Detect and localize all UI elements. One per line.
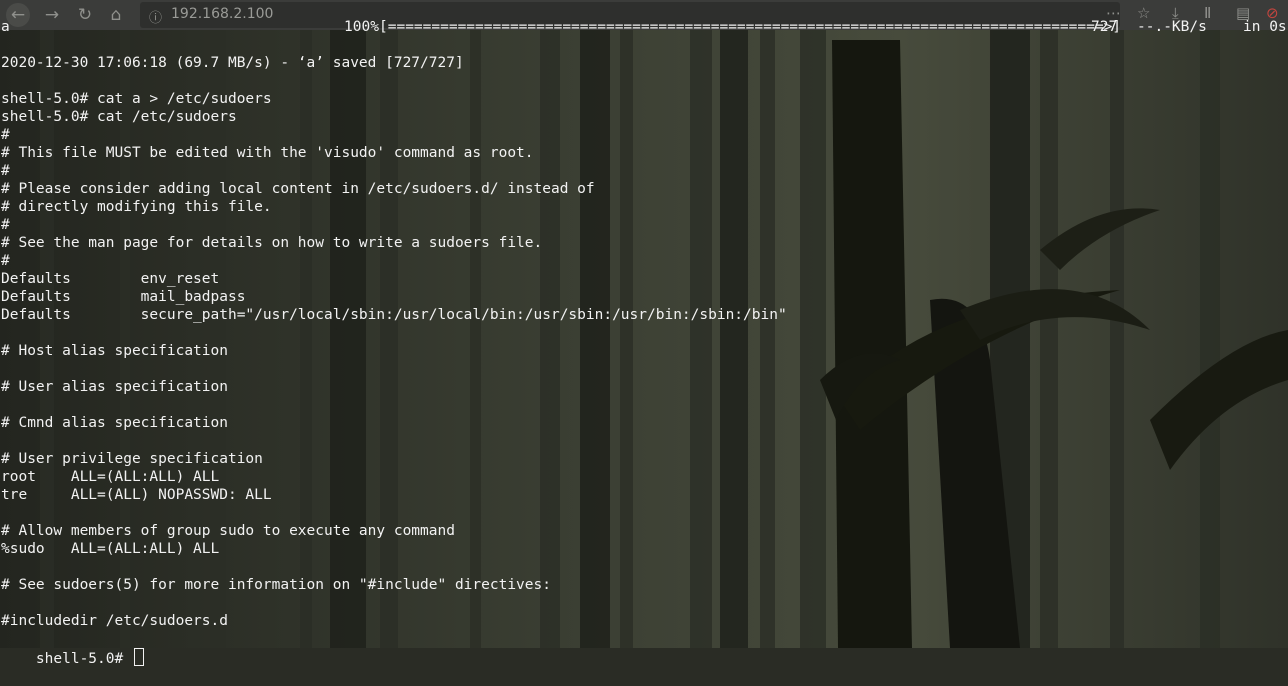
progress-filename: a bbox=[1, 19, 10, 35]
terminal-line: Defaults mail_badpass bbox=[1, 289, 246, 305]
terminal-line: # Please consider adding local content i… bbox=[1, 181, 595, 197]
terminal-line: %sudo ALL=(ALL:ALL) ALL bbox=[1, 541, 220, 557]
terminal-line: # Allow members of group sudo to execute… bbox=[1, 523, 455, 539]
terminal-line: Defaults env_reset bbox=[1, 271, 220, 287]
text-cursor bbox=[133, 648, 144, 666]
terminal-line: #includedir /etc/sudoers.d bbox=[1, 613, 228, 629]
terminal-line: Defaults secure_path="/usr/local/sbin:/u… bbox=[1, 307, 787, 323]
terminal-line: # This file MUST be edited with the 'vis… bbox=[1, 145, 534, 161]
progress-speed: --.-KB/s bbox=[1137, 19, 1207, 35]
terminal-line: root ALL=(ALL:ALL) ALL bbox=[1, 469, 220, 485]
progress-percent: 100% bbox=[344, 19, 379, 35]
terminal-line: # bbox=[1, 127, 10, 143]
terminal-line: # bbox=[1, 163, 10, 179]
terminal-line: shell-5.0# cat a > /etc/sudoers bbox=[1, 91, 272, 107]
terminal-line: # See sudoers(5) for more information on… bbox=[1, 577, 551, 593]
terminal-line: # Cmnd alias specification bbox=[1, 415, 228, 431]
terminal-line: # See the man page for details on how to… bbox=[1, 235, 543, 251]
progress-eta: in 0s bbox=[1243, 19, 1287, 35]
terminal-output[interactable]: a 100% [================================… bbox=[0, 0, 1288, 667]
terminal-prompt-line[interactable]: shell-5.0# bbox=[1, 630, 144, 667]
terminal-line: # User privilege specification bbox=[1, 451, 263, 467]
prompt-text: shell-5.0# bbox=[35, 651, 132, 667]
terminal-line: shell-5.0# cat /etc/sudoers bbox=[1, 109, 237, 125]
terminal-line: # bbox=[1, 253, 10, 269]
download-progress-line: a 100% [================================… bbox=[0, 18, 1288, 36]
terminal-line: # User alias specification bbox=[1, 379, 228, 395]
terminal-line: # directly modifying this file. bbox=[1, 199, 272, 215]
terminal-line: 2020-12-30 17:06:18 (69.7 MB/s) - ‘a’ sa… bbox=[1, 55, 464, 71]
terminal-line: # Host alias specification bbox=[1, 343, 228, 359]
terminal-line: # bbox=[1, 217, 10, 233]
progress-bytes: 727 bbox=[1091, 19, 1118, 35]
progress-bar: [=======================================… bbox=[379, 19, 1122, 35]
terminal-line: tre ALL=(ALL) NOPASSWD: ALL bbox=[1, 487, 272, 503]
